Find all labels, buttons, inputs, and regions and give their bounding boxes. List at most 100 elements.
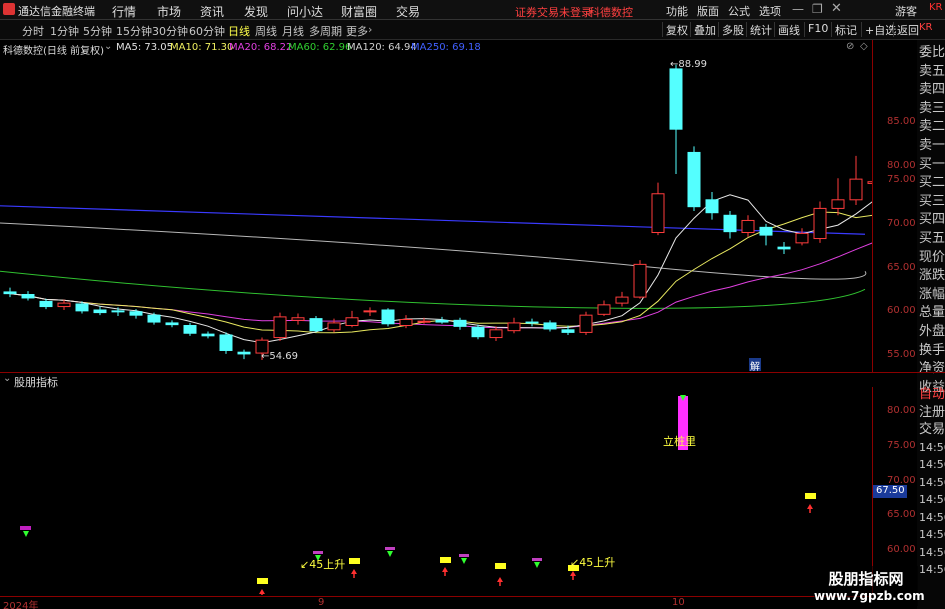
candle-body [327,322,341,331]
panel-code-top: KR [929,2,943,13]
candle-body [579,314,593,333]
button-diejia[interactable]: 叠加 [690,22,719,37]
tab-15min[interactable]: 15分钟 [116,23,152,39]
price-tick: 65.00 [887,262,916,273]
tab-day[interactable]: 日线 [228,23,250,39]
tab-30min[interactable]: 30分钟 [152,23,188,39]
button-huaxian[interactable]: 画线 [774,22,803,37]
low-price-annotation: ←54.69 [261,351,299,362]
menu-hangqing[interactable]: 行情 [112,3,136,20]
settings-icon[interactable]: ⊘ [846,41,854,52]
quote-side-panel: KR 委比 卖五 卖四 卖三 卖二 卖一 买一 买二 买三 买四 买五 现价 涨跌 涨幅 总量 外盘 换手 净资收… [917,22,945,609]
ma60-label: MA60: 62.96 [288,42,352,53]
button-tongji[interactable]: 统计 [746,22,775,37]
indicator-header: ⌄ 股朋指标 [0,373,872,389]
candle-body [471,326,485,338]
indicator-tick: 60.00 [887,544,916,555]
price-axis: 85.00 80.00 75.00 70.00 65.00 60.00 55.0… [872,40,917,372]
candle-body [129,311,143,316]
green-down-arrow [534,562,540,568]
candle-body [669,68,683,130]
restore-icon[interactable]: ❐ [812,2,823,16]
minimize-icon[interactable]: — [792,2,804,16]
quote-field: 买五 [919,231,945,246]
signal-mark-yellow [805,493,816,499]
price-tick: 85.00 [887,116,916,127]
quote-field: 现价 [919,249,945,265]
panel-line: 14:56 [919,528,945,541]
candle-body [399,318,413,327]
quote-field: 买三 [919,193,945,209]
candle-body [741,219,755,234]
menu-shichang[interactable]: 市场 [157,3,181,20]
indicator-axis: 80.00 75.00 70.00 67.50 65.00 60.00 [872,387,917,595]
menu-gongneng[interactable]: 功能 [666,3,688,19]
high-price-value: 88.99 [678,59,708,70]
indicator-tick: 75.00 [887,440,916,451]
tab-multi-period[interactable]: 多周期 [309,23,342,39]
tab-fenshi[interactable]: 分时 [22,23,44,39]
quote-field: 委比 [919,45,945,60]
indicator-chart[interactable] [0,387,872,595]
watermark-url: www.7gpzb.com [814,589,925,603]
quote-field: 涨幅 [919,286,945,302]
chevron-down-icon[interactable]: ⌄ [104,41,112,52]
tab-month[interactable]: 月线 [282,23,304,39]
candle-body [597,304,611,315]
menu-wenxiaoda[interactable]: 问小达 [287,3,323,20]
tab-more[interactable]: 更多 [346,23,368,39]
candle-body [201,333,215,337]
green-down-arrow [461,558,467,564]
panel-line: 14:56 [919,493,945,506]
lizhanli-label: 立桩里 [663,435,696,448]
candle-body [723,214,737,233]
close-icon[interactable]: ✕ [831,1,842,16]
candle-body [165,322,179,326]
tab-1min[interactable]: 1分钟 [50,23,79,39]
watermark: 股朋指标网 www.7gpzb.com [814,566,925,606]
tab-5min[interactable]: 5分钟 [83,23,112,39]
login-warning[interactable]: 证券交易未登录 [515,4,592,20]
candlestick-chart[interactable] [0,56,872,372]
button-biaoji[interactable]: 标记 [831,22,860,37]
panel-line: 交易 [919,422,945,437]
candle-body [651,193,665,234]
candle-body [615,296,629,304]
menu-jiaoyi[interactable]: 交易 [396,3,420,20]
button-duogu[interactable]: 多股 [718,22,747,37]
indicator-menu-icon[interactable]: ⌄ [3,373,11,384]
candle-body [237,351,251,355]
chevron-right-icon[interactable]: › [368,23,372,36]
candle-body [795,232,809,244]
panel-line: 14:56 [919,440,945,454]
jie-badge[interactable]: 解 [749,358,761,373]
button-fuquan[interactable]: 复权 [662,22,691,37]
candle-body [489,329,503,339]
candle-body [93,309,107,314]
candle-body [831,199,845,209]
menu-caifuquan[interactable]: 财富圈 [341,3,377,20]
candle-body [183,325,197,334]
price-tick: 80.00 [887,160,916,171]
menu-zixun[interactable]: 资讯 [200,3,224,20]
menu-xuanxiang[interactable]: 选项 [759,3,781,19]
tab-60min[interactable]: 60分钟 [189,23,225,39]
button-f10[interactable]: F10 [804,22,831,37]
menu-faxian[interactable]: 发现 [244,3,268,20]
candle-body [219,334,233,351]
signal-mark-yellow [495,563,506,569]
expand-icon[interactable]: ◇ [860,41,868,52]
time-tick-sep: 9 [318,597,325,608]
button-back[interactable]: 返回 [893,22,922,37]
tab-week[interactable]: 周线 [255,23,277,39]
quote-field: 净资 [919,361,945,377]
signal-mark-yellow [257,578,268,584]
up45-text-b: 45上升 [579,556,616,569]
menu-gongshi[interactable]: 公式 [728,3,750,19]
menu-banmian[interactable]: 版面 [697,3,719,19]
user-guest[interactable]: 游客 [895,3,917,19]
high-price-annotation: ←88.99 [670,59,708,70]
ma20-label: MA20: 68.22 [229,42,293,53]
price-tick: 60.00 [887,305,916,316]
panel-line: 注册 [919,404,945,420]
